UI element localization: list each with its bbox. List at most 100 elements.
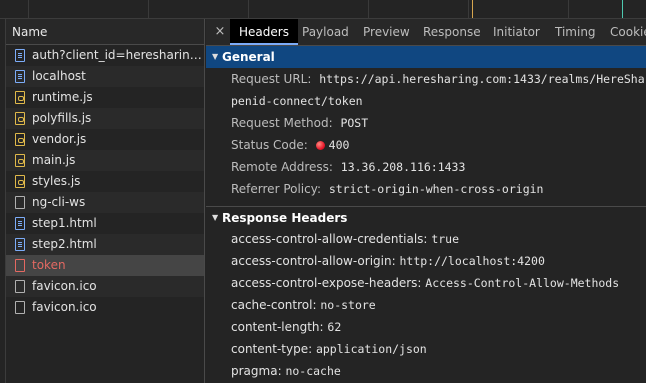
request-name: auth?client_id=heresharing-b...	[32, 48, 204, 62]
request-name: favicon.ico	[32, 279, 97, 293]
general-section-title: General	[222, 50, 275, 64]
timeline-gridline	[368, 0, 369, 18]
header-key: Status Code:	[231, 138, 308, 152]
header-value: no-cache	[285, 364, 341, 378]
header-key: pragma:	[231, 364, 282, 378]
timeline-gridline	[468, 0, 469, 18]
request-item[interactable]: step2.html	[6, 234, 204, 255]
general-section-header[interactable]: ▼ General	[206, 46, 646, 68]
response-headers-section-header[interactable]: ▼ Response Headers	[206, 206, 646, 228]
tab-preview[interactable]: Preview	[363, 19, 410, 45]
request-details-panel: × Headers Payload Preview Response Initi…	[206, 19, 646, 383]
script-file-icon	[15, 112, 25, 125]
request-name: token	[32, 258, 66, 272]
script-file-icon	[15, 133, 25, 146]
tab-timing[interactable]: Timing	[555, 19, 596, 45]
tab-payload[interactable]: Payload	[302, 19, 349, 45]
request-item[interactable]: vendor.js	[6, 129, 204, 150]
request-item[interactable]: localhost	[6, 66, 204, 87]
request-name: vendor.js	[32, 132, 87, 146]
tab-cookies[interactable]: Cookies	[610, 19, 646, 45]
tab-response[interactable]: Response	[423, 19, 481, 45]
response-headers-list: access-control-allow-credentials: true ac…	[206, 228, 646, 382]
request-item[interactable]: auth?client_id=heresharing-b...	[6, 45, 204, 66]
request-name: styles.js	[32, 174, 81, 188]
header-value: strict-origin-when-cross-origin	[328, 182, 544, 196]
header-key: access-control-allow-origin:	[231, 254, 396, 268]
expand-triangle-icon: ▼	[212, 213, 219, 222]
general-row: Request Method: POST	[206, 112, 646, 134]
request-item[interactable]: favicon.ico	[6, 276, 204, 297]
script-file-icon	[15, 154, 25, 167]
name-column-header[interactable]: Name	[6, 19, 204, 45]
request-name: localhost	[32, 69, 86, 83]
general-row: Request URL: https://api.heresharing.com…	[206, 68, 646, 90]
failed-request-icon	[15, 259, 25, 272]
response-header-row: access-control-allow-credentials: true	[206, 228, 646, 250]
tab-initiator[interactable]: Initiator	[493, 19, 540, 45]
request-name: step1.html	[32, 216, 97, 230]
response-header-row: content-type: application/json	[206, 338, 646, 360]
request-list-panel: Name auth?client_id=heresharing-b...loca…	[5, 19, 205, 383]
request-list: auth?client_id=heresharing-b... localhost…	[6, 45, 204, 318]
header-value: 62	[327, 320, 342, 334]
header-value: penid-connect/token	[231, 94, 363, 108]
request-item[interactable]: step1.html	[6, 213, 204, 234]
response-header-row: content-length: 62	[206, 316, 646, 338]
close-icon[interactable]: ×	[210, 19, 230, 45]
expand-triangle-icon: ▼	[212, 52, 219, 61]
header-key: Request Method:	[231, 116, 333, 130]
header-key: Referrer Policy:	[231, 182, 321, 196]
timeline-gridline	[248, 0, 249, 18]
header-key: Request URL:	[231, 72, 312, 86]
status-error-dot-icon	[315, 141, 325, 150]
header-key: access-control-allow-credentials:	[231, 232, 428, 246]
request-name: polyfills.js	[32, 111, 92, 125]
request-item[interactable]: runtime.js	[6, 87, 204, 108]
response-header-row: pragma: no-cache	[206, 360, 646, 382]
request-item[interactable]: ng-cli-ws	[6, 192, 204, 213]
document-file-icon	[15, 238, 25, 251]
request-item[interactable]: favicon.ico	[6, 297, 204, 318]
general-row: penid-connect/token	[206, 90, 646, 112]
document-file-icon	[15, 217, 25, 230]
header-key: content-type:	[231, 342, 313, 356]
script-file-icon	[15, 91, 25, 104]
request-name: step2.html	[32, 237, 97, 251]
request-item[interactable]: token	[6, 255, 204, 276]
script-file-icon	[15, 175, 25, 188]
header-key: Remote Address:	[231, 160, 333, 174]
request-item[interactable]: styles.js	[6, 171, 204, 192]
timeline-overview[interactable]	[0, 0, 646, 19]
tab-headers[interactable]: Headers	[230, 19, 298, 45]
file-icon	[15, 280, 25, 293]
document-file-icon	[15, 49, 25, 62]
request-name: main.js	[32, 153, 76, 167]
timeline-gridline	[148, 0, 149, 18]
timeline-gridline	[568, 0, 569, 18]
header-value: true	[431, 232, 460, 246]
request-name: runtime.js	[32, 90, 93, 104]
response-header-row: access-control-allow-origin: http://loca…	[206, 250, 646, 272]
timeline-gridline	[28, 0, 29, 18]
header-value: 400	[328, 138, 350, 152]
details-tabbar: × Headers Payload Preview Response Initi…	[206, 19, 646, 46]
header-value: no-store	[320, 298, 376, 312]
request-item[interactable]: polyfills.js	[6, 108, 204, 129]
request-name: favicon.ico	[32, 300, 97, 314]
header-key: content-length:	[231, 320, 324, 334]
request-name: ng-cli-ws	[32, 195, 86, 209]
header-value: http://localhost:4200	[399, 254, 545, 268]
header-value: application/json	[315, 342, 427, 356]
file-icon	[15, 301, 25, 314]
general-row: Remote Address: 13.36.208.116:1433	[206, 156, 646, 178]
file-icon	[15, 196, 25, 209]
header-value: Access-Control-Allow-Methods	[425, 276, 620, 290]
request-item[interactable]: main.js	[6, 150, 204, 171]
response-headers-title: Response Headers	[222, 211, 348, 225]
document-file-icon	[15, 70, 25, 83]
response-header-row: cache-control: no-store	[206, 294, 646, 316]
header-key: cache-control:	[231, 298, 317, 312]
timeline-marker	[472, 0, 473, 18]
header-value: https://api.heresharing.com:1433/realms/…	[319, 72, 646, 86]
